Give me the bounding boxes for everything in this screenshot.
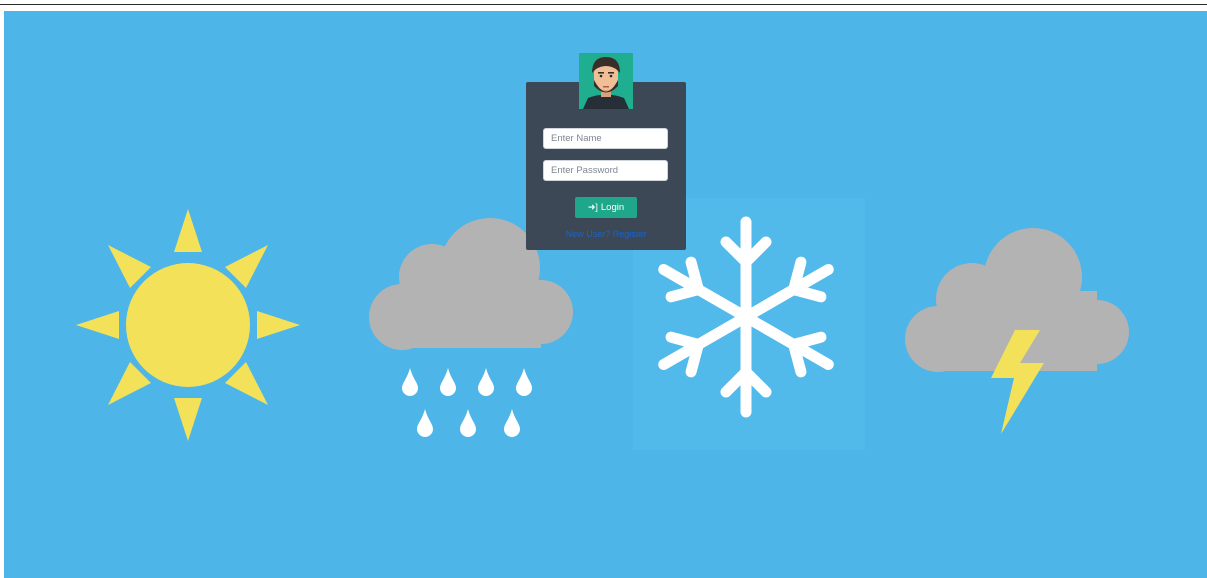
sign-in-icon: ➜] <box>587 202 598 212</box>
register-link[interactable]: New User? Register <box>551 229 661 239</box>
name-input[interactable] <box>543 128 668 149</box>
login-button-label: Login <box>600 202 625 213</box>
avatar <box>579 53 633 109</box>
page: ➜] Login New User? Register <box>0 0 1207 578</box>
top-divider <box>0 4 1207 5</box>
password-input[interactable] <box>543 160 668 181</box>
user-avatar-icon <box>579 53 633 109</box>
login-button[interactable]: ➜] Login <box>575 197 637 218</box>
